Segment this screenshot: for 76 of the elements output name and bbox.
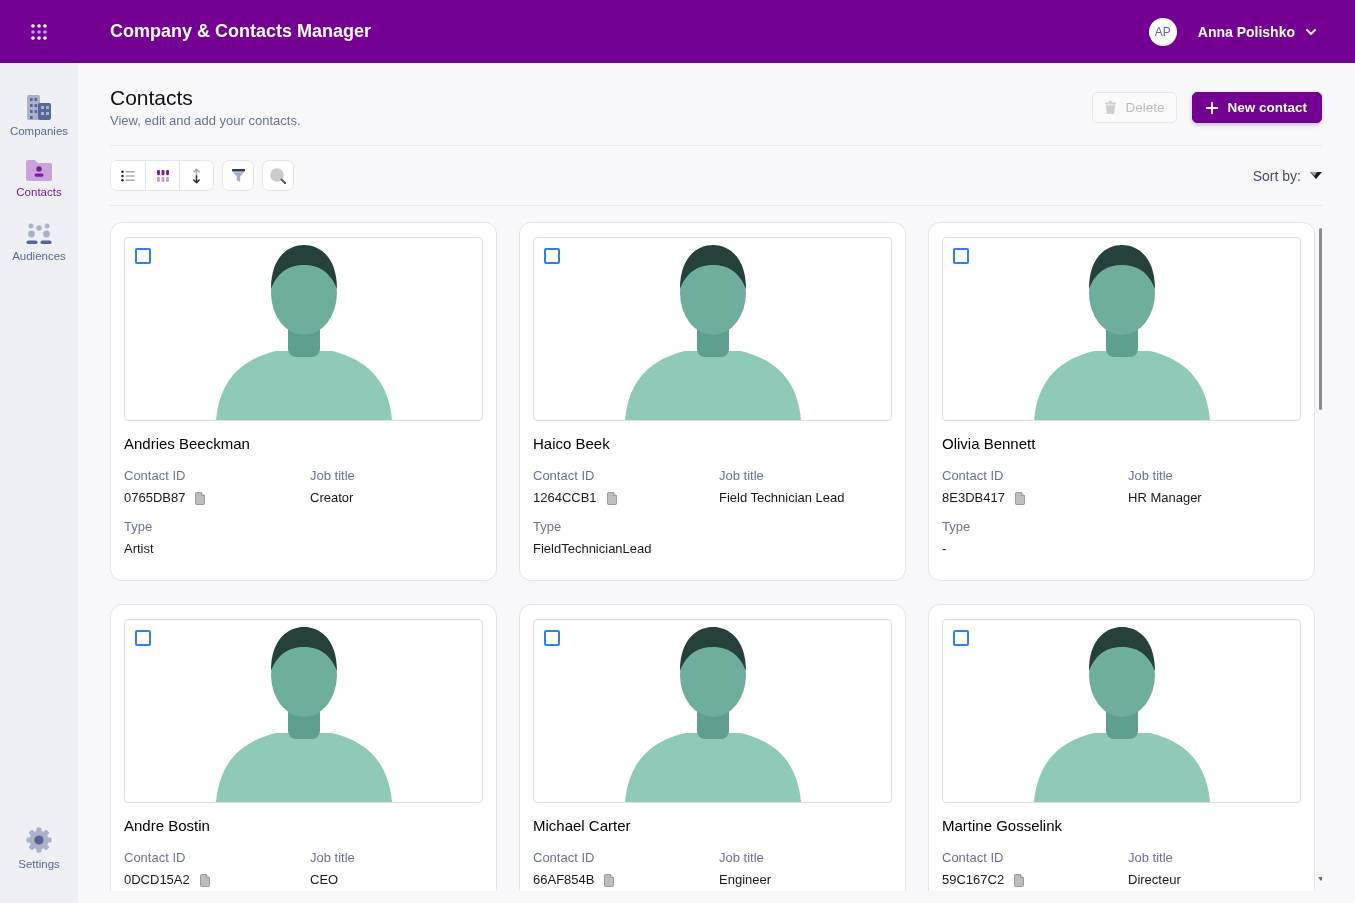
contacts-nav-item[interactable]: Contacts bbox=[0, 159, 78, 223]
field-label: Contact ID bbox=[533, 850, 596, 866]
sort-arrows-icon bbox=[192, 167, 201, 184]
select-checkbox[interactable] bbox=[953, 630, 969, 646]
field-value: Creator bbox=[310, 490, 354, 506]
settings-icon bbox=[26, 827, 52, 853]
field-value: 59C167C2 bbox=[942, 872, 1005, 888]
scrollbar-thumb[interactable] bbox=[1319, 228, 1322, 410]
apps-menu-icon[interactable] bbox=[31, 23, 47, 40]
grid-icon bbox=[156, 169, 169, 182]
contact-name: Michael Carter bbox=[533, 817, 632, 835]
field-label: Job title bbox=[310, 468, 356, 484]
page-title: Contacts bbox=[110, 85, 194, 111]
search-icon bbox=[270, 167, 286, 184]
user-menu-button[interactable]: Anna Polishko bbox=[1197, 23, 1316, 40]
field-label: Type bbox=[533, 519, 563, 535]
chevron-down-icon bbox=[1306, 28, 1316, 35]
field-value: FieldTechnicianLead bbox=[533, 541, 652, 557]
select-checkbox[interactable] bbox=[135, 630, 151, 646]
plus-icon bbox=[1206, 101, 1219, 114]
copy-icon[interactable] bbox=[604, 873, 615, 887]
field-label: Contact ID bbox=[942, 850, 1005, 866]
new-contact-button[interactable]: New contact bbox=[1192, 92, 1322, 123]
field-value: 1264CCB1 bbox=[533, 490, 597, 506]
copy-icon[interactable] bbox=[606, 491, 617, 505]
field-value: 8E3DB417 bbox=[942, 490, 1005, 506]
page-subtitle: View, edit and add your contacts. bbox=[110, 113, 301, 129]
list-icon bbox=[121, 169, 135, 182]
copy-icon[interactable] bbox=[195, 491, 206, 505]
field-label: Job title bbox=[719, 850, 765, 866]
people-group-icon bbox=[26, 223, 52, 245]
field-value: HR Manager bbox=[1128, 490, 1202, 506]
user-avatar: AP bbox=[1148, 17, 1177, 46]
sort-dropdown[interactable]: Sort by: bbox=[1252, 167, 1322, 184]
field-label: Job title bbox=[310, 850, 356, 866]
copy-icon[interactable] bbox=[1014, 491, 1025, 505]
field-value: Directeur bbox=[1128, 872, 1181, 888]
field-value: - bbox=[942, 541, 947, 557]
contact-name: Olivia Bennett bbox=[942, 435, 1037, 453]
trash-icon bbox=[1105, 101, 1117, 114]
field-label: Type bbox=[942, 519, 972, 535]
contact-name: Andre Bostin bbox=[124, 817, 211, 835]
contact-name: Martine Gosselink bbox=[942, 817, 1064, 835]
scroll-down-arrow-icon[interactable] bbox=[1317, 877, 1322, 881]
audiences-nav-item[interactable]: Audiences bbox=[0, 223, 78, 287]
companies-nav-item[interactable]: Companies bbox=[0, 95, 78, 159]
caret-down-icon bbox=[1310, 172, 1322, 179]
contact-name: Haico Beek bbox=[533, 435, 611, 453]
field-value: CEO bbox=[310, 872, 339, 888]
field-value: 66AF854B bbox=[533, 872, 595, 888]
field-value: 0765DB87 bbox=[124, 490, 186, 506]
field-label: Type bbox=[124, 519, 154, 535]
app-title: Company & Contacts Manager bbox=[110, 21, 372, 42]
field-label: Contact ID bbox=[124, 850, 187, 866]
settings-nav-item[interactable]: Settings bbox=[0, 827, 78, 891]
select-checkbox[interactable] bbox=[544, 248, 560, 264]
contact-name: Andries Beeckman bbox=[124, 435, 251, 453]
buildings-icon bbox=[26, 95, 52, 120]
field-label: Job title bbox=[719, 468, 765, 484]
copy-icon[interactable] bbox=[199, 873, 210, 887]
field-value: Field Technician Lead bbox=[719, 490, 845, 506]
filter-button[interactable] bbox=[222, 160, 254, 191]
field-value: Engineer bbox=[719, 872, 772, 888]
select-checkbox[interactable] bbox=[544, 630, 560, 646]
field-label: Contact ID bbox=[533, 468, 596, 484]
field-label: Contact ID bbox=[124, 468, 187, 484]
contact-folder-icon bbox=[26, 159, 52, 181]
field-value: Artist bbox=[124, 541, 154, 557]
filter-icon bbox=[231, 169, 245, 182]
select-checkbox[interactable] bbox=[135, 248, 151, 264]
field-value: 0DCD15A2 bbox=[124, 872, 190, 888]
field-label: Job title bbox=[1128, 850, 1174, 866]
field-label: Job title bbox=[1128, 468, 1174, 484]
field-label: Contact ID bbox=[942, 468, 1005, 484]
select-checkbox[interactable] bbox=[953, 248, 969, 264]
copy-icon[interactable] bbox=[1014, 873, 1025, 887]
